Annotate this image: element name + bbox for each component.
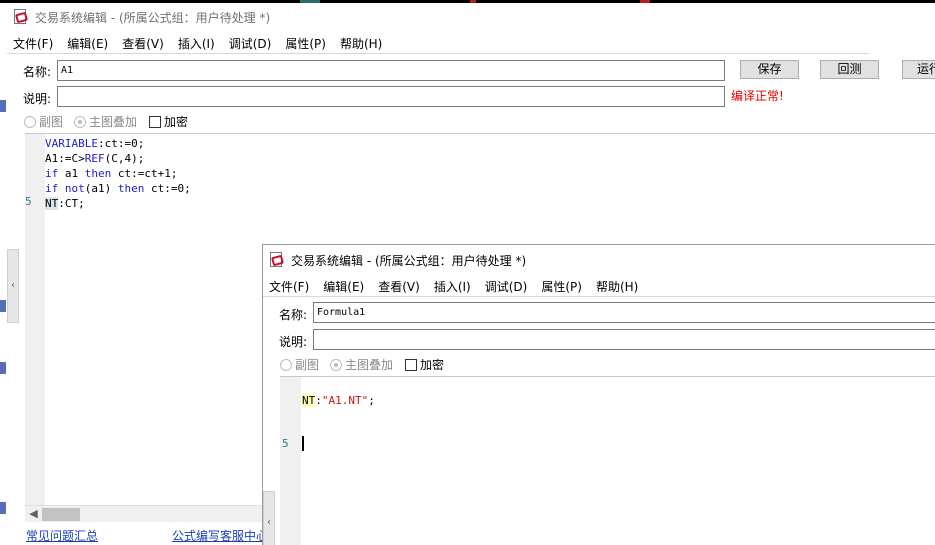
run-button[interactable]: 运行 [902, 60, 935, 79]
line-gutter [280, 377, 301, 545]
code-line[interactable]: NT:"A1.NT"; [302, 393, 375, 408]
code-token: : [315, 394, 322, 407]
sub-title-bar[interactable]: 交易系统编辑 - (所属公式组：用户待处理 *) [263, 245, 935, 275]
main-overlay-radio[interactable]: 主图叠加 [74, 113, 137, 130]
sub-code-editor[interactable]: 5 NT:"A1.NT"; [280, 376, 935, 545]
sub-chart-radio[interactable]: 副图 [280, 356, 319, 373]
code-line[interactable]: NT:CT; [45, 196, 191, 211]
code-token: ; [368, 394, 375, 407]
main-overlay-radio[interactable]: 主图叠加 [330, 356, 393, 373]
menu-help[interactable]: 帮助(H) [340, 35, 382, 52]
code-token: (C,4); [104, 152, 145, 165]
menu-separator [7, 53, 869, 54]
menu-properties[interactable]: 属性(P) [541, 278, 582, 295]
code-line[interactable]: A1:=C>REF(C,4); [45, 151, 191, 166]
main-title-bar[interactable]: 交易系统编辑 - (所属公式组：用户待处理 *) [7, 3, 935, 31]
backtest-button[interactable]: 回测 [820, 60, 879, 79]
main-window-title: 交易系统编辑 - (所属公式组：用户待处理 *) [35, 10, 271, 25]
code-line[interactable]: if not(a1) then ct:=0; [45, 181, 191, 196]
radio-selected-icon [330, 358, 342, 371]
code-token: REF [84, 152, 105, 165]
name-label: 名称: [279, 308, 308, 322]
code-line[interactable] [302, 423, 375, 438]
formula-editor-icon [269, 252, 285, 268]
menu-file[interactable]: 文件(F) [269, 278, 309, 295]
sub-editor-window: 交易系统编辑 - (所属公式组：用户待处理 *) 文件(F) 编辑(E) 查看(… [262, 244, 935, 545]
menu-edit[interactable]: 编辑(E) [67, 35, 108, 52]
radio-icon [24, 115, 36, 128]
code-token: A1:=C> [45, 152, 85, 165]
code-token: NT [302, 394, 316, 407]
text-caret [302, 436, 304, 451]
main-horizontal-scrollbar[interactable]: ◀ [25, 505, 275, 522]
code-token: :CT; [58, 197, 85, 210]
description-label: 说明: [279, 335, 308, 349]
code-token: NT [45, 197, 59, 210]
code-token: ct:=ct+1; [111, 167, 178, 180]
menu-help[interactable]: 帮助(H) [596, 278, 638, 295]
menu-properties[interactable]: 属性(P) [285, 35, 326, 52]
chevron-left-icon[interactable]: ‹ [263, 491, 275, 545]
menu-file[interactable]: 文件(F) [13, 35, 53, 52]
menu-view[interactable]: 查看(V) [378, 278, 420, 295]
formula-editor-icon [13, 9, 29, 25]
name-label: 名称: [23, 65, 52, 79]
code-token: then [84, 167, 112, 180]
checkbox-icon [405, 358, 417, 371]
code-token: (a1) [84, 182, 118, 195]
line-number: 5 [282, 437, 289, 450]
compile-status: 编译正常! [731, 89, 784, 103]
code-text[interactable]: NT:"A1.NT"; [302, 378, 375, 438]
line-number: 5 [25, 195, 32, 208]
background-left-strip [0, 56, 7, 545]
sub-menu-bar: 文件(F) 编辑(E) 查看(V) 插入(I) 调试(D) 属性(P) 帮助(H… [263, 276, 935, 296]
description-input[interactable] [57, 86, 725, 107]
encrypt-checkbox[interactable]: 加密 [149, 113, 188, 130]
scroll-thumb[interactable] [42, 508, 80, 521]
menu-view[interactable]: 查看(V) [122, 35, 164, 52]
menu-insert[interactable]: 插入(I) [434, 278, 471, 295]
code-token: VARIABLE [45, 137, 98, 150]
faq-link[interactable]: 常见问题汇总 [26, 527, 98, 544]
code-token: if [45, 182, 59, 195]
line-gutter [25, 134, 45, 507]
code-token: ct:=0; [144, 182, 191, 195]
menu-debug[interactable]: 调试(D) [229, 35, 272, 52]
code-token: not [64, 182, 85, 195]
description-label: 说明: [23, 92, 52, 106]
menu-debug[interactable]: 调试(D) [485, 278, 528, 295]
name-input[interactable]: Formula1 [313, 302, 935, 323]
sub-window-title: 交易系统编辑 - (所属公式组：用户待处理 *) [291, 253, 527, 268]
scroll-left-icon[interactable]: ◀ [25, 506, 42, 523]
chevron-left-icon[interactable]: ‹ [7, 249, 19, 323]
radio-icon [280, 358, 292, 371]
menu-edit[interactable]: 编辑(E) [323, 278, 364, 295]
code-line[interactable]: VARIABLE:ct:=0; [45, 136, 191, 151]
code-line[interactable] [302, 408, 375, 423]
code-token: then [117, 182, 145, 195]
code-line[interactable]: if a1 then ct:=ct+1; [45, 166, 191, 181]
menu-separator [263, 296, 935, 297]
sub-chart-radio[interactable]: 副图 [24, 113, 63, 130]
code-token: "A1.NT" [321, 394, 369, 407]
service-center-link[interactable]: 公式编写客服中心 [172, 527, 268, 544]
code-text[interactable]: VARIABLE:ct:=0; A1:=C>REF(C,4); if a1 then… [45, 136, 191, 211]
radio-selected-icon [74, 115, 86, 128]
main-menu-bar: 文件(F) 编辑(E) 查看(V) 插入(I) 调试(D) 属性(P) 帮助(H… [7, 33, 935, 53]
checkbox-icon [149, 115, 161, 128]
name-input[interactable]: A1 [57, 60, 725, 81]
code-token: :ct:=0; [97, 137, 145, 150]
save-button[interactable]: 保存 [740, 60, 799, 79]
code-line[interactable] [302, 378, 375, 393]
code-token: a1 [58, 167, 85, 180]
menu-insert[interactable]: 插入(I) [178, 35, 215, 52]
description-input[interactable] [313, 329, 935, 350]
code-token: if [45, 167, 59, 180]
encrypt-checkbox[interactable]: 加密 [405, 356, 444, 373]
